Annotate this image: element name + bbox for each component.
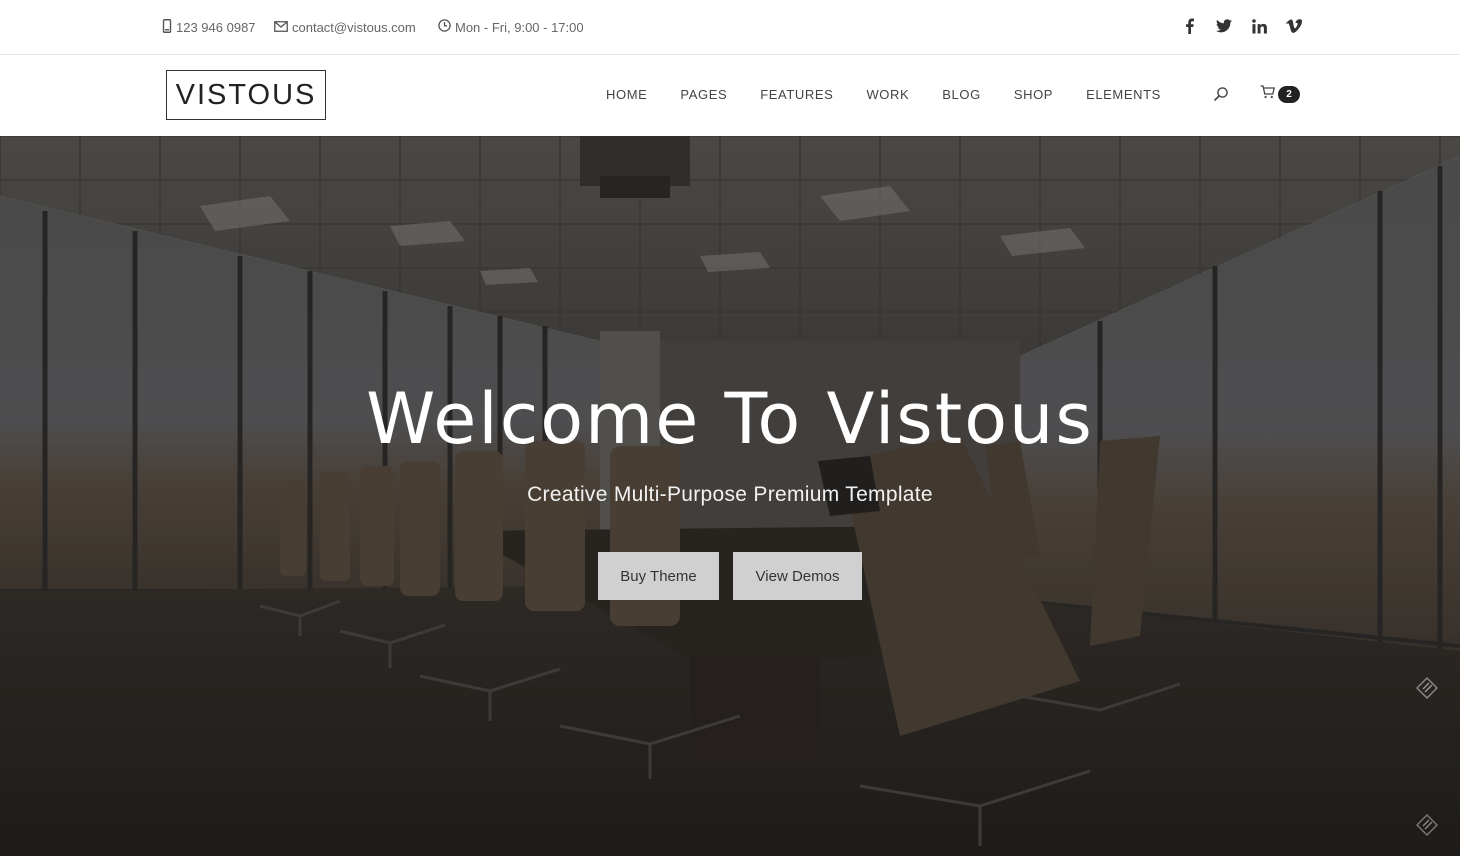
- cart-button[interactable]: 2: [1260, 85, 1300, 104]
- top-info-bar: 123 946 0987 contact@vistous.com Mon - F…: [0, 0, 1460, 55]
- main-navbar: VISTOUS HOME PAGES FEATURES WORK BLOG SH…: [0, 55, 1460, 136]
- diamond-icon: [1415, 813, 1439, 837]
- hero-section: Welcome To Vistous Creative Multi-Purpos…: [0, 136, 1460, 856]
- hours-info: Mon - Fri, 9:00 - 17:00: [438, 0, 584, 54]
- phone-number: 123 946 0987: [176, 19, 256, 35]
- phone-info: 123 946 0987: [162, 0, 256, 54]
- nav-item-work[interactable]: WORK: [866, 87, 909, 102]
- nav-item-blog[interactable]: BLOG: [942, 87, 981, 102]
- clock-icon: [438, 19, 455, 35]
- view-demos-button[interactable]: View Demos: [733, 552, 862, 600]
- vimeo-icon[interactable]: [1286, 18, 1302, 34]
- diamond-icon: [1415, 676, 1439, 700]
- facebook-icon[interactable]: [1181, 18, 1197, 34]
- search-icon[interactable]: [1213, 86, 1229, 102]
- nav-item-home[interactable]: HOME: [606, 87, 647, 102]
- email-info: contact@vistous.com: [274, 0, 416, 54]
- nav-item-pages[interactable]: PAGES: [680, 87, 727, 102]
- main-menu: HOME PAGES FEATURES WORK BLOG SHOP ELEME…: [606, 55, 1161, 134]
- nav-item-features[interactable]: FEATURES: [760, 87, 833, 102]
- email-address[interactable]: contact@vistous.com: [292, 20, 416, 35]
- phone-icon: [162, 18, 176, 36]
- mail-icon: [274, 20, 292, 35]
- cart-count-badge: 2: [1278, 86, 1300, 103]
- site-logo[interactable]: VISTOUS: [166, 70, 326, 120]
- linkedin-icon[interactable]: [1251, 18, 1267, 34]
- twitter-icon[interactable]: [1216, 18, 1232, 34]
- buy-theme-button[interactable]: Buy Theme: [598, 552, 719, 600]
- business-hours: Mon - Fri, 9:00 - 17:00: [455, 19, 584, 35]
- nav-item-elements[interactable]: ELEMENTS: [1086, 87, 1161, 102]
- cart-icon: [1260, 85, 1276, 104]
- social-links: [1181, 0, 1302, 52]
- hero-title: Welcome To Vistous: [366, 378, 1094, 460]
- hero-subtitle: Creative Multi-Purpose Premium Template: [527, 483, 933, 506]
- nav-item-shop[interactable]: SHOP: [1014, 87, 1053, 102]
